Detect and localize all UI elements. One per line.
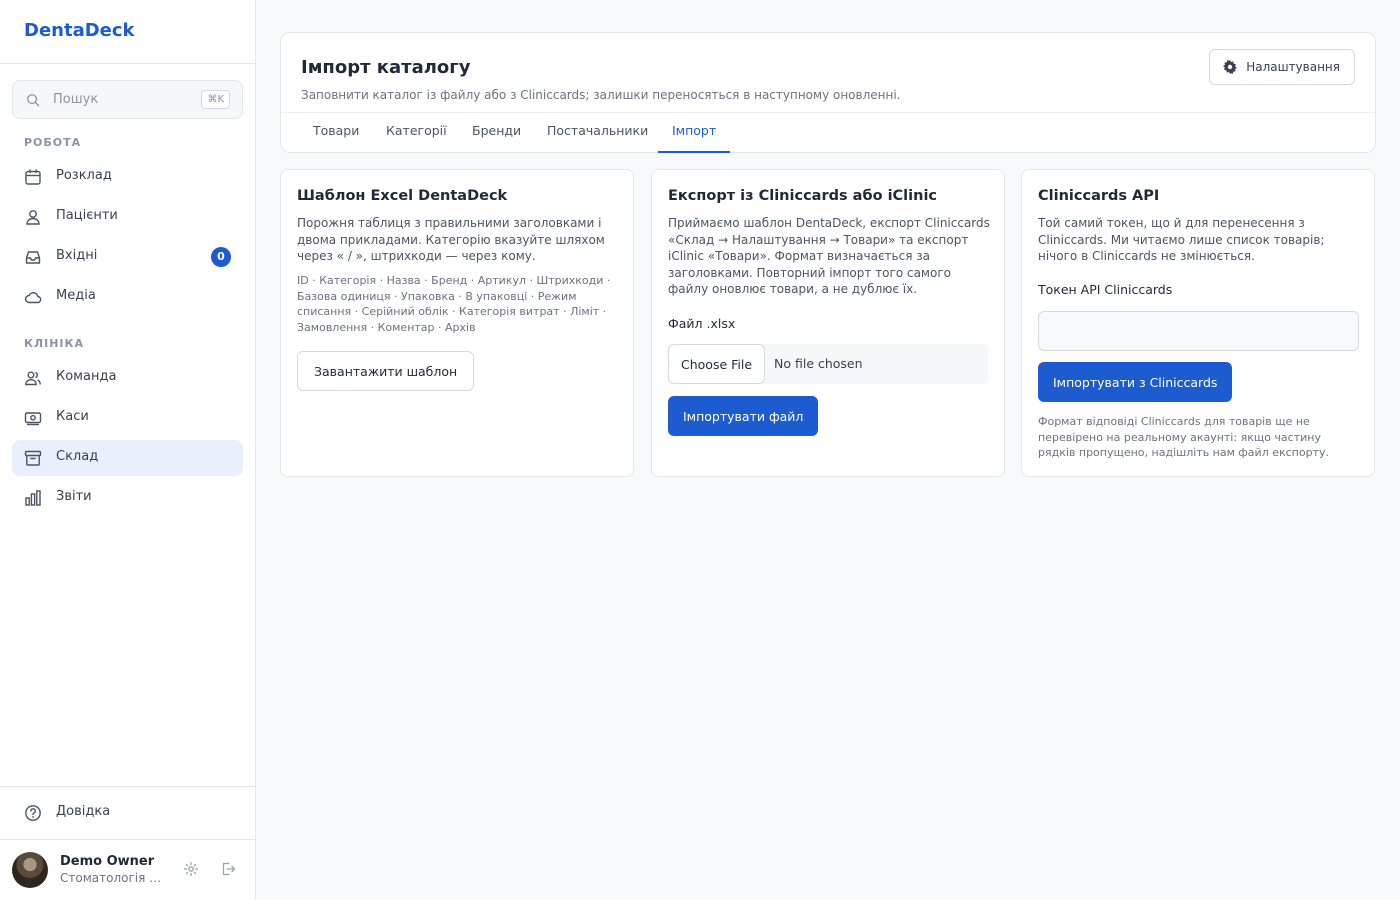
settings-button-label: Налаштування [1246,60,1340,74]
download-template-button[interactable]: Завантажити шаблон [297,351,475,391]
cash-icon [24,412,42,426]
section-label-work: РОБОТА [24,136,82,149]
sidebar-item-label: Довідка [56,804,111,819]
archive-icon [24,450,42,466]
file-status: No file chosen [774,356,863,371]
card-description: Приймаємо шаблон DentaDeck, експорт Clin… [668,216,990,296]
divider [0,839,255,840]
sidebar-item-team[interactable]: Команда [12,360,243,396]
inbox-icon [25,251,41,264]
page-title: Імпорт каталогу [301,57,471,78]
team-icon [25,371,41,386]
bar-chart-icon [25,490,41,506]
sidebar-item-inbox[interactable]: Вхідні 0 [12,239,243,275]
sidebar-item-reports[interactable]: Звіти [12,480,243,516]
sidebar-item-label: Пацієнти [56,208,118,223]
user-clinic: Стоматологія П... [60,871,164,885]
divider [0,786,255,787]
choose-file-button[interactable]: Choose File [668,344,766,384]
api-format-note: Формат відповіді Cliniccards для товарів… [1038,415,1329,459]
user-name: Demo Owner [60,854,155,869]
sidebar-item-media[interactable]: Медіа [12,279,243,315]
api-import-card: Cliniccards API Той самий токен, що й дл… [1021,169,1375,477]
search-placeholder: Пошук [53,92,99,107]
sidebar-item-label: Медіа [56,288,96,303]
tab-import[interactable]: Імпорт [658,113,731,153]
sidebar-item-label: Команда [56,369,117,384]
file-field-label: Файл .xlsx [668,316,736,331]
calendar-icon [25,169,41,185]
page-subtitle: Заповнити каталог із файлу або з Clinicc… [301,88,901,102]
gear-icon [1223,60,1238,74]
template-card: Шаблон Excel DentaDeck Порожня таблиця з… [280,169,634,477]
tab-brands[interactable]: Бренди [458,113,535,153]
sidebar-item-label: Каси [56,409,89,424]
sidebar-item-cash[interactable]: Каси [12,400,243,436]
card-description: Порожня таблиця з правильними заголовкам… [297,216,605,263]
avatar[interactable] [12,852,48,888]
brand-logo[interactable]: DentaDeck [24,20,135,41]
search-icon [27,94,40,107]
logout-icon[interactable] [220,861,236,877]
help-icon [25,805,41,821]
sidebar: DentaDeck Пошук ⌘K РОБОТА Розклад Пацієн… [0,0,256,900]
sidebar-item-warehouse[interactable]: Склад [12,440,243,476]
tab-categories[interactable]: Категорії [372,113,461,153]
sidebar-item-label: Звіти [56,489,92,504]
import-from-cliniccards-button[interactable]: Імпортувати з Cliniccards [1038,362,1233,402]
export-import-card: Експорт із Cliniccards або iClinic Прийм… [651,169,1005,477]
divider [0,63,255,64]
cloud-icon [24,292,42,304]
tab-products[interactable]: Товари [299,113,373,153]
search-shortcut: ⌘K [201,90,230,109]
card-description: Той самий токен, що й для перенесення з … [1038,216,1325,263]
card-title: Шаблон Excel DentaDeck [297,188,508,204]
sidebar-item-label: Розклад [56,168,112,183]
sidebar-item-patients[interactable]: Пацієнти [12,199,243,235]
api-token-input[interactable] [1038,311,1359,351]
inbox-count-badge: 0 [211,247,231,267]
sidebar-item-schedule[interactable]: Розклад [12,159,243,195]
token-field-label: Токен API Cliniccards [1038,282,1173,297]
search-input[interactable]: Пошук ⌘K [12,80,243,119]
sidebar-item-label: Склад [56,449,99,464]
import-file-button[interactable]: Імпортувати файл [668,396,819,436]
file-input[interactable]: Choose File No file chosen [668,344,988,384]
page-header: Імпорт каталогу Заповнити каталог із фай… [280,32,1376,153]
card-title: Cliniccards API [1038,188,1160,204]
tab-suppliers[interactable]: Постачальники [533,113,662,153]
section-label-clinic: КЛІНІКА [24,337,85,350]
template-columns: ID · Категорія · Назва · Бренд · Артикул… [297,274,611,334]
card-title: Експорт із Cliniccards або iClinic [668,188,938,204]
settings-button[interactable]: Налаштування [1209,49,1355,85]
sidebar-item-help[interactable]: Довідка [12,795,243,831]
sidebar-item-label: Вхідні [56,248,98,263]
users-icon [26,210,40,225]
gear-icon[interactable] [183,861,199,877]
